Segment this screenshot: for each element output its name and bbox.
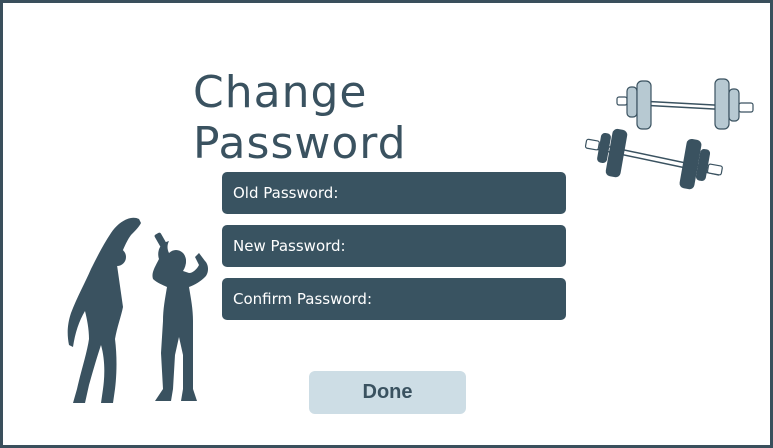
old-password-label: Old Password:	[233, 184, 339, 202]
stretching-people-icon	[67, 217, 208, 403]
old-password-input[interactable]	[338, 172, 566, 214]
confirm-password-label: Confirm Password:	[233, 290, 373, 308]
confirm-password-field[interactable]: Confirm Password:	[222, 278, 566, 320]
app-frame: Change Password Old Password: New Passwo…	[0, 0, 773, 448]
page-title: Change Password	[193, 67, 407, 169]
new-password-field[interactable]: New Password:	[222, 225, 566, 267]
dumbbell-icon	[584, 128, 723, 190]
done-button[interactable]: Done	[309, 371, 466, 414]
confirm-password-input[interactable]	[372, 278, 566, 320]
new-password-input[interactable]	[345, 225, 566, 267]
new-password-label: New Password:	[233, 237, 346, 255]
old-password-field[interactable]: Old Password:	[222, 172, 566, 214]
